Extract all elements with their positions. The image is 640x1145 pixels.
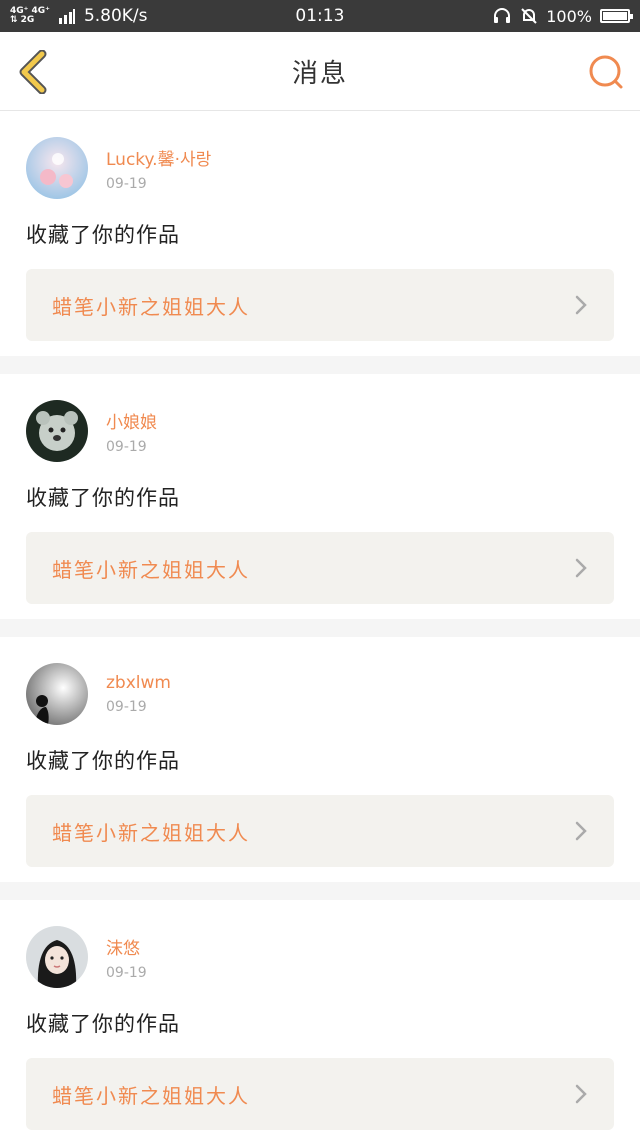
status-left: 4G⁺ 4G⁺ ⇅ 2G 5.80K/s — [10, 6, 148, 26]
chevron-right-icon — [575, 295, 587, 315]
user-name[interactable]: zbxlwm — [106, 673, 171, 693]
signal-icon — [58, 9, 75, 24]
message-user: 沫悠 09-19 — [26, 926, 614, 988]
mute-bell-icon — [521, 8, 537, 24]
divider — [0, 356, 640, 374]
work-link[interactable]: 蜡笔小新之姐姐大人 — [26, 1058, 614, 1130]
message-card: 小娘娘 09-19 收藏了你的作品 蜡笔小新之姐姐大人 — [0, 374, 640, 619]
message-date: 09-19 — [106, 699, 147, 715]
action-text: 收藏了你的作品 — [26, 486, 180, 510]
action-text: 收藏了你的作品 — [26, 223, 180, 247]
network-indicator: 4G⁺ 4G⁺ ⇅ 2G — [10, 7, 50, 25]
page-title: 消息 — [291, 58, 348, 89]
work-title: 蜡笔小新之姐姐大人 — [52, 1083, 250, 1108]
work-link[interactable]: 蜡笔小新之姐姐大人 — [26, 795, 614, 867]
message-card: zbxlwm 09-19 收藏了你的作品 蜡笔小新之姐姐大人 — [0, 637, 640, 882]
action-text: 收藏了你的作品 — [26, 1012, 180, 1036]
message-card: Lucky.馨·사랑 09-19 收藏了你的作品 蜡笔小新之姐姐大人 — [0, 111, 640, 356]
back-arrow-icon[interactable] — [16, 50, 50, 94]
message-card: 沫悠 09-19 收藏了你的作品 蜡笔小新之姐姐大人 — [0, 900, 640, 1145]
work-title: 蜡笔小新之姐姐大人 — [52, 557, 250, 582]
chevron-right-icon — [575, 558, 587, 578]
message-user: zbxlwm 09-19 — [26, 663, 614, 725]
avatar[interactable] — [26, 926, 88, 988]
status-bar: 4G⁺ 4G⁺ ⇅ 2G 5.80K/s 01:13 100% — [0, 0, 640, 32]
work-link[interactable]: 蜡笔小新之姐姐大人 — [26, 532, 614, 604]
user-name[interactable]: 小娘娘 — [106, 408, 157, 433]
divider — [0, 882, 640, 900]
work-title: 蜡笔小新之姐姐大人 — [52, 294, 250, 319]
network-speed: 5.80K/s — [83, 6, 148, 26]
message-date: 09-19 — [106, 438, 147, 455]
message-date: 09-19 — [106, 175, 147, 192]
action-text: 收藏了你的作品 — [26, 749, 180, 773]
chevron-right-icon — [575, 821, 587, 841]
chevron-right-icon — [575, 1084, 587, 1104]
status-right: 100% — [492, 6, 633, 26]
network-bottom: ⇅ 2G — [10, 15, 35, 25]
user-name[interactable]: Lucky.馨·사랑 — [106, 145, 211, 170]
battery-percent: 100% — [546, 6, 592, 26]
avatar[interactable] — [26, 663, 88, 725]
message-user: Lucky.馨·사랑 09-19 — [26, 137, 614, 199]
message-user: 小娘娘 09-19 — [26, 400, 614, 462]
user-name[interactable]: 沫悠 — [106, 934, 147, 959]
battery-icon — [600, 9, 633, 23]
clock: 01:13 — [295, 6, 345, 26]
search-icon[interactable] — [588, 54, 624, 90]
message-date: 09-19 — [106, 964, 147, 981]
nav-bar: 消息 — [0, 32, 640, 111]
divider — [0, 619, 640, 637]
work-link[interactable]: 蜡笔小新之姐姐大人 — [26, 269, 614, 341]
work-title: 蜡笔小新之姐姐大人 — [52, 820, 250, 845]
avatar[interactable] — [26, 400, 88, 462]
avatar[interactable] — [26, 137, 88, 199]
headset-icon — [494, 8, 511, 23]
